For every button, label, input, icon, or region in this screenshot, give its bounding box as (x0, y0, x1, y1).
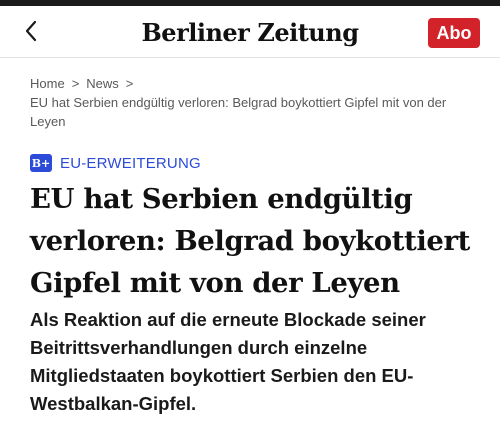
article-headline: EU hat Serbien endgültig verloren: Belgr… (30, 183, 470, 299)
article-category: B+ EU-ERWEITERUNG (30, 154, 201, 172)
breadcrumb-separator: > (71, 76, 80, 91)
category-link[interactable]: EU-ERWEITERUNG (60, 155, 201, 172)
breadcrumb-current: EU hat Serbien endgültig verloren: Belgr… (30, 95, 447, 129)
site-header: Berliner Zeitung Abo (0, 6, 500, 58)
logo-word-left: Berliner (141, 17, 250, 47)
site-logo[interactable]: Berliner Zeitung (142, 16, 359, 48)
chevron-left-icon (25, 20, 37, 42)
breadcrumb-news-link[interactable]: News (86, 74, 119, 93)
abo-button[interactable]: Abo (428, 18, 480, 48)
article-lead: Als Reaktion auf die erneute Blockade se… (30, 309, 426, 414)
breadcrumb-separator: > (125, 76, 134, 91)
breadcrumb-home-link[interactable]: Home (30, 74, 65, 93)
plus-badge-icon: B+ (30, 154, 52, 172)
logo-word-right: Zeitung (257, 17, 359, 47)
back-button[interactable] (14, 14, 48, 48)
breadcrumb: Home > News > EU hat Serbien endgültig v… (30, 74, 480, 131)
